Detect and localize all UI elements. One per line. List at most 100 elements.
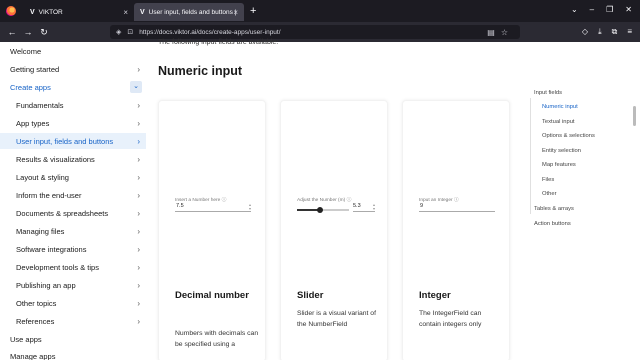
card-title: Slider: [297, 290, 324, 301]
chevron-right-icon[interactable]: ›: [137, 245, 140, 254]
chevron-right-icon[interactable]: ›: [137, 173, 140, 182]
sidebar-item-label: Getting started: [10, 64, 60, 74]
sidebar-item-documents[interactable]: Documents & spreadsheets ›: [0, 205, 146, 221]
sidebar-item-label: Development tools & tips: [16, 262, 99, 272]
tab-viktor[interactable]: V VIKTOR ×: [24, 3, 134, 21]
sidebar-item-dev-tools[interactable]: Development tools & tips ›: [0, 259, 146, 275]
new-tab-button[interactable]: +: [250, 5, 256, 17]
slider-value-input[interactable]: 5.3 ▴ ▾: [353, 203, 375, 212]
card-title: Decimal number: [175, 290, 249, 301]
chevron-right-icon[interactable]: ›: [137, 65, 140, 74]
field-preview: Adjust the Number (m) ⓘ 5.3 ▴ ▾: [281, 101, 389, 273]
sidebar-item-label: User input, fields and buttons: [16, 136, 114, 146]
sidebar-item-label: Use apps: [10, 334, 42, 344]
sidebar-item-layout[interactable]: Layout & styling ›: [0, 169, 146, 185]
slider-track[interactable]: [297, 207, 349, 213]
toolbar-right: ◇ ⤓ ⧉ ≡: [582, 27, 632, 37]
field-label: Adjust the Number (m) ⓘ: [297, 198, 352, 203]
card-description: Numbers with decimals can be specified u…: [175, 330, 259, 348]
sidebar-item-files[interactable]: Managing files ›: [0, 223, 146, 239]
integer-input[interactable]: 9: [419, 203, 495, 212]
sidebar-item-label: Other topics: [16, 298, 57, 308]
field-label: Insert a Number here ⓘ: [175, 198, 227, 203]
chevron-right-icon[interactable]: ›: [137, 263, 140, 272]
sidebar-item-software[interactable]: Software integrations ›: [0, 241, 146, 257]
section-heading: Numeric input: [158, 64, 243, 78]
sidebar-item-use-apps[interactable]: Use apps: [0, 331, 146, 347]
toc-item-textual-input[interactable]: Textual input: [542, 119, 575, 125]
sidebar-item-results[interactable]: Results & visualizations ›: [0, 151, 146, 167]
firefox-logo-icon: [6, 6, 16, 16]
close-window-icon[interactable]: ✕: [625, 5, 632, 14]
minimize-icon[interactable]: –: [590, 5, 594, 14]
sidebar-item-create-apps[interactable]: Create apps ⌄: [0, 79, 146, 95]
toc-item-other[interactable]: Other: [542, 191, 557, 197]
bookmark-star-icon[interactable]: ▤☆: [487, 28, 514, 37]
field-label: Input an Integer ⓘ: [419, 198, 459, 203]
sidebar-item-other-topics[interactable]: Other topics ›: [0, 295, 146, 311]
sidebar-item-app-types[interactable]: App types ›: [0, 115, 146, 131]
toc-divider: [530, 98, 531, 214]
card-slider: Adjust the Number (m) ⓘ 5.3 ▴ ▾ Slider Sl…: [280, 100, 388, 360]
chevron-right-icon[interactable]: ›: [137, 155, 140, 164]
spinner-icon[interactable]: ▴ ▾: [249, 203, 251, 211]
toc-item-action-buttons[interactable]: Action buttons: [534, 221, 571, 227]
toc-item-files[interactable]: Files: [542, 177, 554, 183]
chevron-right-icon[interactable]: ›: [137, 227, 140, 236]
toc-item-input-fields[interactable]: Input fields: [534, 90, 562, 96]
card-decimal-number: Insert a Number here ⓘ 7.5 ▴ ▾ Decimal nu…: [158, 100, 266, 360]
chevron-right-icon[interactable]: ›: [137, 119, 140, 128]
chevron-right-icon[interactable]: ›: [137, 191, 140, 200]
chevron-down-icon[interactable]: ⌄: [130, 81, 142, 93]
back-icon[interactable]: ←: [4, 27, 20, 37]
chevron-right-icon[interactable]: ›: [137, 101, 140, 110]
chevron-right-icon[interactable]: ›: [137, 137, 140, 146]
input-value: 9: [420, 203, 424, 209]
sidebar-item-label: Create apps: [10, 82, 51, 92]
toc-item-tables[interactable]: Tables & arrays: [534, 206, 574, 212]
reload-icon[interactable]: ↻: [36, 27, 52, 38]
extensions-icon[interactable]: ⧉: [612, 27, 618, 37]
shield-icon: ◈: [116, 29, 122, 36]
toc-item-numeric-input[interactable]: Numeric input: [542, 104, 578, 110]
page-scrollbar[interactable]: [633, 106, 636, 126]
tab-label: VIKTOR: [38, 8, 63, 16]
chevron-right-icon[interactable]: ›: [137, 209, 140, 218]
docs-sidebar: Welcome Getting started › Create apps ⌄ …: [0, 42, 150, 360]
chevron-right-icon[interactable]: ›: [137, 281, 140, 290]
sidebar-item-manage-apps[interactable]: Manage apps: [0, 348, 146, 360]
number-input[interactable]: 7.5 ▴ ▾: [175, 203, 251, 212]
slider-thumb[interactable]: [317, 207, 324, 213]
sidebar-item-fundamentals[interactable]: Fundamentals ›: [0, 97, 146, 113]
menu-icon[interactable]: ≡: [627, 27, 632, 37]
sidebar-item-label: App types: [16, 118, 50, 128]
field-preview: Input an Integer ⓘ 9: [403, 101, 511, 273]
toc-item-options[interactable]: Options & selections: [542, 133, 595, 139]
card-integer: Input an Integer ⓘ 9 Integer The Integer…: [402, 100, 510, 360]
sidebar-item-publishing[interactable]: Publishing an app ›: [0, 277, 146, 293]
tab-user-input[interactable]: V User input, fields and buttons | ×: [134, 3, 244, 21]
close-tab-icon[interactable]: ×: [123, 8, 128, 17]
toc-item-map-features[interactable]: Map features: [542, 162, 576, 168]
forward-icon[interactable]: →: [20, 27, 36, 37]
viktor-favicon-icon: V: [30, 8, 35, 16]
main-content: The following input fields are available…: [150, 39, 520, 360]
sidebar-item-user-input[interactable]: User input, fields and buttons ›: [0, 133, 146, 149]
chevron-right-icon[interactable]: ›: [137, 299, 140, 308]
maximize-icon[interactable]: ❐: [606, 5, 613, 14]
pocket-icon[interactable]: ◇: [582, 27, 588, 37]
close-tab-icon[interactable]: ×: [233, 8, 238, 17]
sidebar-item-label: Managing files: [16, 226, 65, 236]
sidebar-item-inform[interactable]: Inform the end-user ›: [0, 187, 146, 203]
sidebar-item-references[interactable]: References ›: [0, 313, 146, 329]
chevron-right-icon[interactable]: ›: [137, 317, 140, 326]
sidebar-item-welcome[interactable]: Welcome: [0, 43, 146, 59]
toc-item-entity-selection[interactable]: Entity selection: [542, 148, 581, 154]
address-bar[interactable]: ◈ ⊡ https://docs.viktor.ai/docs/create-a…: [110, 25, 520, 39]
spinner-icon[interactable]: ▴ ▾: [373, 203, 375, 211]
download-icon[interactable]: ⤓: [598, 27, 602, 37]
input-value: 7.5: [176, 203, 184, 209]
input-value: 5.3: [353, 203, 361, 209]
chevron-down-icon[interactable]: ⌄: [571, 5, 578, 14]
sidebar-item-getting-started[interactable]: Getting started ›: [0, 61, 146, 77]
